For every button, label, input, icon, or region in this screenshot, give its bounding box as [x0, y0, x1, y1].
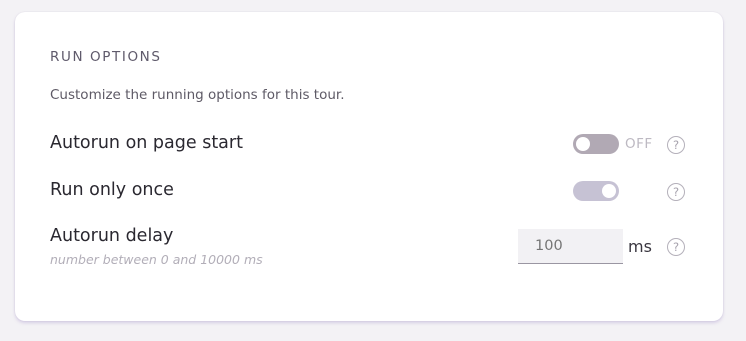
run-once-label: Run only once	[50, 180, 174, 200]
toggle-knob	[576, 137, 590, 151]
help-circle-icon[interactable]: ?	[667, 238, 685, 256]
section-description: Customize the running options for this t…	[50, 87, 345, 103]
autorun-label: Autorun on page start	[50, 133, 243, 153]
autorun-delay-input[interactable]	[518, 229, 623, 264]
toggle-knob	[602, 184, 616, 198]
run-once-toggle[interactable]	[573, 181, 619, 201]
autorun-toggle[interactable]	[573, 134, 619, 154]
section-title: RUN OPTIONS	[50, 49, 162, 65]
help-circle-icon[interactable]: ?	[667, 183, 685, 201]
delay-unit-label: ms	[628, 237, 652, 256]
autorun-state-label: OFF	[625, 136, 653, 152]
autorun-delay-label: Autorun delay	[50, 226, 174, 246]
help-circle-icon[interactable]: ?	[667, 136, 685, 154]
autorun-delay-hint: number between 0 and 10000 ms	[50, 252, 263, 267]
run-options-card: RUN OPTIONS Customize the running option…	[15, 12, 723, 321]
